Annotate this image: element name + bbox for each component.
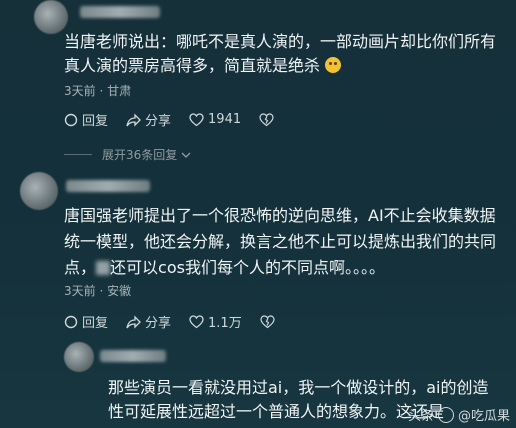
comment-text-line: 唐国强老师提出了一个很恐怖的逆向思维，AI不止会收集数据 [64,206,496,225]
comment-text-line: 统一模型，他还会分解，换言之他不止可以提炼出我们的共同 [64,232,497,251]
watermark-account: @吃瓜果 [457,409,510,424]
comment-meta: 3天前 · 甘肃 [64,84,132,98]
share-icon [126,112,141,127]
divider [64,154,92,155]
comment-actions: 回复 分享 1941 [64,110,274,129]
like-button[interactable]: 1941 [189,112,241,127]
avatar[interactable] [34,0,68,34]
username-blurred[interactable] [80,6,160,18]
comment-text-line: 那些演员一看就没用过ai，我一个做设计的，ai的创造 [108,378,489,397]
comment-text-line: 性可延展性远超过一个普通人的想象力。这还是 [108,402,445,421]
comment-text-line: 点， 还可以cos我们每个人的不同点啊。。。。 [64,258,385,277]
blurred-char [96,261,111,275]
chevron-down-icon [181,152,191,158]
like-count: 1941 [208,112,242,127]
reply-button[interactable]: 回复 [64,110,108,129]
like-button[interactable]: 1.1万 [189,312,242,331]
heart-icon [189,314,204,328]
reply-icon [64,315,78,328]
watermark-prefix: 头条 [407,409,434,424]
comment-meta: 3天前 · 安徽 [64,284,132,298]
share-label: 分享 [145,114,172,129]
comment-text-line: 当唐老师说出：哪吒不是真人演的，一部动画片却比你们所有 [64,32,497,51]
reply-button[interactable]: 回复 [64,312,108,331]
dislike-icon[interactable] [260,314,275,329]
emoji-icon [325,57,342,73]
share-label: 分享 [145,316,172,331]
comment-text-line: 真人演的票房高得多，简直就是绝杀 [64,54,342,78]
heart-icon [189,112,204,126]
reply-label: 回复 [82,316,109,331]
brand-logo-icon [437,406,454,423]
share-button[interactable]: 分享 [126,312,171,331]
avatar[interactable] [64,342,94,372]
expand-replies-button[interactable]: 展开36条回复 [64,146,191,163]
username-blurred[interactable] [100,350,166,362]
reply-icon [64,113,78,126]
share-icon [126,314,141,329]
reply-label: 回复 [82,114,109,129]
share-button[interactable]: 分享 [126,110,171,129]
comment-actions: 回复 分享 1.1万 [64,312,275,331]
expand-replies-label: 展开36条回复 [102,148,178,162]
dislike-icon[interactable] [259,112,274,127]
watermark: 头条 @吃瓜果 [408,405,510,424]
username-blurred[interactable] [66,180,150,192]
like-count: 1.1万 [208,316,242,331]
avatar[interactable] [20,172,58,210]
